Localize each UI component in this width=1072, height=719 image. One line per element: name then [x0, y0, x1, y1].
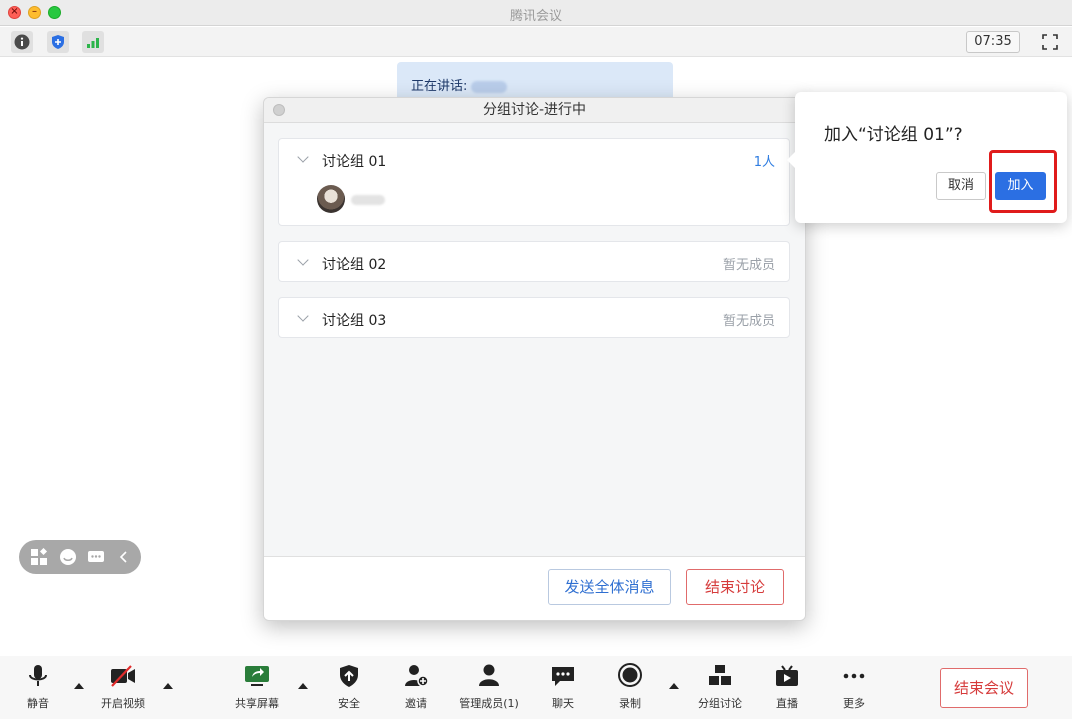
title-bar: × – 腾讯会议	[0, 0, 1072, 26]
group-name: 讨论组 03	[322, 313, 387, 329]
group-member-status: 暂无成员	[722, 314, 775, 329]
panel-header: 分组讨论-进行中	[264, 98, 805, 123]
group-member-status: 暂无成员	[722, 258, 775, 273]
collapse-chevron-icon[interactable]	[115, 548, 133, 566]
avatar	[317, 185, 345, 213]
video-options-caret[interactable]	[163, 683, 173, 689]
group-name: 讨论组 02	[322, 257, 387, 273]
meeting-timer: 07:35	[966, 31, 1020, 53]
group-card-01[interactable]: 讨论组 01 1人	[278, 138, 790, 226]
mute-label: 静音	[27, 697, 49, 710]
share-screen-button[interactable]: 共享屏幕	[222, 663, 292, 711]
chat-button[interactable]: 聊天	[528, 663, 598, 711]
panel-close-button[interactable]	[273, 104, 285, 116]
mute-button[interactable]: 静音	[3, 663, 73, 711]
popover-title: 加入“讨论组 01”?	[824, 125, 963, 145]
chevron-down-icon[interactable]	[297, 151, 309, 163]
live-stream-button[interactable]: 直播	[752, 663, 822, 711]
chat-label: 聊天	[552, 697, 574, 710]
top-toolbar: 07:35	[0, 27, 1072, 57]
signal-icon[interactable]	[82, 31, 104, 53]
breakout-panel: 分组讨论-进行中 讨论组 01 1人 讨论组 02 暂无成员 讨论组 03 暂无…	[263, 97, 806, 621]
more-button[interactable]: 更多	[819, 663, 889, 711]
floating-controls	[19, 540, 141, 574]
share-label: 共享屏幕	[235, 697, 279, 710]
manage-members-button[interactable]: 管理成员(1)	[454, 663, 524, 711]
info-icon[interactable]	[11, 31, 33, 53]
group-row[interactable]: 讨论组 01 1人	[279, 139, 789, 179]
layout-icon[interactable]	[30, 547, 48, 566]
group-row[interactable]: 讨论组 02 暂无成员	[279, 242, 789, 282]
broadcast-message-button[interactable]: 发送全体消息	[548, 569, 671, 605]
group-card-03[interactable]: 讨论组 03 暂无成员	[278, 297, 790, 338]
speaker-name-blurred	[471, 80, 508, 93]
speaking-indicator: 正在讲话:	[397, 62, 673, 102]
more-label: 更多	[843, 697, 865, 710]
fullscreen-icon[interactable]	[1040, 32, 1060, 52]
members-label: 管理成员(1)	[459, 697, 519, 710]
invite-button[interactable]: 邀请	[381, 663, 451, 711]
speaking-label: 正在讲话:	[411, 79, 468, 94]
security-button[interactable]: 安全	[314, 663, 384, 711]
end-meeting-button[interactable]: 结束会议	[940, 668, 1028, 708]
window-title: 腾讯会议	[509, 9, 562, 24]
record-label: 录制	[619, 697, 641, 710]
start-video-button[interactable]: 开启视频	[88, 663, 158, 711]
comment-icon[interactable]	[87, 548, 105, 566]
video-label: 开启视频	[101, 697, 145, 710]
group-row[interactable]: 讨论组 03 暂无成员	[279, 298, 789, 338]
panel-footer: 发送全体消息 结束讨论	[264, 556, 805, 620]
group-member-count: 1人	[753, 155, 775, 170]
record-button[interactable]: 录制	[595, 663, 665, 711]
emoji-icon[interactable]	[59, 548, 77, 566]
breakout-button[interactable]: 分组讨论	[685, 663, 755, 711]
breakout-label: 分组讨论	[698, 697, 742, 710]
security-label: 安全	[338, 697, 360, 710]
invite-label: 邀请	[405, 697, 427, 710]
panel-title: 分组讨论-进行中	[482, 102, 587, 118]
highlight-box	[989, 150, 1057, 213]
group-card-02[interactable]: 讨论组 02 暂无成员	[278, 241, 790, 282]
end-discussion-button[interactable]: 结束讨论	[686, 569, 784, 605]
chevron-down-icon[interactable]	[297, 254, 309, 266]
group-name: 讨论组 01	[322, 154, 387, 170]
share-options-caret[interactable]	[298, 683, 308, 689]
record-options-caret[interactable]	[669, 683, 679, 689]
chevron-down-icon[interactable]	[297, 310, 309, 322]
shield-icon[interactable]	[47, 31, 69, 53]
member-name-blurred	[351, 195, 385, 205]
audio-options-caret[interactable]	[74, 683, 84, 689]
bottom-toolbar: 静音 开启视频 共享屏幕 安全 邀请 管理成员(1) 聊天 录制 分组讨论 直播	[0, 656, 1072, 719]
live-label: 直播	[776, 697, 798, 710]
cancel-button[interactable]: 取消	[936, 172, 986, 200]
